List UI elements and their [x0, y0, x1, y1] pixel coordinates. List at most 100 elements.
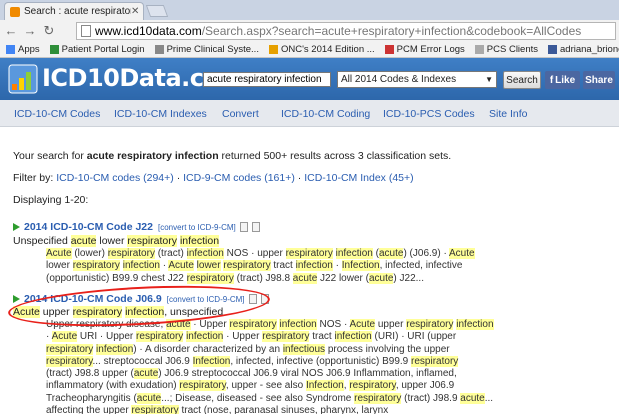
snippet-text: NOS · upper — [223, 248, 286, 259]
reload-icon[interactable]: ↻ — [41, 23, 57, 39]
expand-triangle-icon[interactable] — [13, 295, 20, 303]
snippet-text: (opportunistic) B99.9 chest J22 — [46, 272, 187, 284]
highlighted-term: respiratory — [262, 331, 310, 343]
snippet-text: tract — [309, 331, 335, 343]
convert-link[interactable]: [convert to ICD-9-CM] — [158, 223, 236, 232]
highlighted-term: infection — [186, 248, 224, 259]
bookmark-icon — [49, 45, 59, 54]
result-snippet: Acute (lower) respiratory (tract) infect… — [46, 248, 475, 285]
highlighted-term: acute — [70, 235, 97, 247]
tab-close-icon[interactable]: ✕ — [131, 6, 143, 17]
snippet-line: Acute (lower) respiratory (tract) infect… — [46, 248, 475, 260]
summary-suffix: returned 500+ results across 3 classific… — [218, 150, 452, 162]
filter-option-link[interactable]: ICD-10-CM codes (294+) — [56, 172, 174, 184]
snippet-text: ... streptococcal J06.9 — [92, 355, 193, 367]
bookmark-label: Patient Portal Login — [61, 44, 145, 55]
snippet-text: (URI) · URI (upper — [371, 331, 457, 343]
bookmark-item[interactable]: ONC's 2014 Edition ... — [268, 44, 375, 55]
highlighted-term: respiratory — [186, 272, 234, 284]
snippet-text: , upper J06.9 — [395, 380, 455, 392]
snippet-text: ) J06.9 streptococcal J06.9 viral NOS J0… — [158, 368, 457, 380]
nav-link[interactable]: ICD-10-PCS Codes — [383, 108, 475, 120]
filter-option-link[interactable]: ICD-9-CM codes (161+) — [183, 172, 295, 184]
highlighted-term: infection — [334, 331, 372, 343]
highlighted-term: lower — [196, 260, 221, 272]
snippet-text: inflammatory (with exudation) — [46, 380, 180, 392]
notes-icon[interactable] — [251, 222, 260, 232]
bookmark-item[interactable]: Apps — [6, 44, 40, 55]
site-nav: ICD-10-CM Codes ICD-10-CM Indexes Convert I… — [0, 100, 619, 127]
snippet-text: ...; Disease, diseased - see also Syndro… — [161, 392, 355, 404]
bookmark-item[interactable]: PCS Clients — [474, 44, 538, 55]
bookmark-label: PCS Clients — [486, 44, 538, 55]
nav-link[interactable]: Site Info — [489, 108, 528, 120]
snippet-text: (tract) J98.8 — [233, 272, 293, 284]
chevron-down-icon: ▼ — [485, 75, 493, 84]
new-tab-button[interactable] — [145, 5, 169, 17]
document-icon[interactable] — [239, 222, 248, 232]
snippet-text: tract (nose, paranasal sinuses, pharynx,… — [178, 405, 389, 414]
bookmark-item[interactable]: adriana_briones | Scr... — [548, 44, 619, 55]
highlighted-term: infection — [179, 235, 220, 247]
nav-link[interactable]: Convert — [222, 108, 259, 120]
snippet-text: ) · A disorder characterized by an — [133, 343, 283, 355]
browser-tab[interactable]: Search : acute respiratory ✕ — [4, 2, 144, 20]
bookmark-label: Apps — [18, 44, 40, 55]
facebook-like-button[interactable]: f Like — [545, 71, 580, 89]
snippet-text: lower — [46, 260, 73, 272]
snippet-text: , infected, infective — [379, 260, 463, 272]
share-button[interactable]: Share — [583, 71, 615, 89]
scope-select[interactable]: All 2014 Codes & Indexes ▼ — [337, 71, 497, 88]
back-arrow-icon[interactable]: ← — [3, 23, 19, 39]
highlighted-term: Acute — [51, 331, 78, 343]
address-toolbar: ← → ↻ www.icd10data.com/Search.aspx?sear… — [0, 20, 619, 42]
url-bar[interactable]: www.icd10data.com/Search.aspx?search=acu… — [76, 22, 616, 40]
highlighted-term: respiratory — [223, 260, 271, 272]
snippet-line: · Acute URI · Upper respiratory infectio… — [46, 331, 494, 343]
filter-line: Filter by: ICD-10-CM codes (294+) · ICD-… — [13, 172, 414, 184]
bookmark-label: PCM Error Logs — [396, 44, 465, 55]
bookmark-item[interactable]: Prime Clinical Syste... — [154, 44, 259, 55]
scope-select-value: All 2014 Codes & Indexes — [341, 74, 457, 85]
highlighted-term: Acute — [449, 248, 475, 259]
nav-link[interactable]: ICD-10-CM Indexes — [114, 108, 207, 120]
result-code-link[interactable]: 2014 ICD-10-CM Code J22 — [24, 221, 153, 233]
bookmark-item[interactable]: PCM Error Logs — [384, 44, 465, 55]
search-input[interactable] — [203, 72, 331, 87]
snippet-line: lower respiratory infection · Acute lowe… — [46, 260, 475, 272]
highlighted-term: respiratory — [406, 319, 454, 330]
bookmark-item[interactable]: Patient Portal Login — [49, 44, 145, 55]
highlighted-term: respiratory — [179, 380, 226, 392]
snippet-text: ... — [484, 392, 494, 404]
search-button[interactable]: Search — [503, 71, 541, 89]
highlighted-term: acute — [368, 272, 394, 284]
snippet-text: NOS · — [316, 319, 350, 330]
highlighted-term: acute — [133, 368, 159, 380]
snippet-text: ) J22... — [393, 272, 424, 284]
snippet-text: (tract) J98.9 — [401, 392, 461, 404]
expand-triangle-icon[interactable] — [13, 223, 20, 231]
filter-option-link[interactable]: ICD-10-CM Index (45+) — [304, 172, 413, 184]
snippet-text: , upper - see also — [225, 380, 306, 392]
snippet-line: respiratory infection) · A disorder char… — [46, 343, 494, 356]
snippet-text: · Upper — [223, 331, 263, 343]
bookmark-icon — [268, 45, 278, 54]
filter-label: Filter by: — [13, 172, 57, 184]
forward-arrow-icon[interactable]: → — [22, 23, 38, 39]
highlighted-term: respiratory — [72, 260, 120, 272]
snippet-line: Tracheopharyngitis (acute...; Disease, d… — [46, 392, 494, 405]
nav-link[interactable]: ICD-10-CM Coding — [281, 108, 370, 120]
highlighted-term: Infection — [192, 355, 231, 367]
result-heading: 2014 ICD-10-CM Code J22 [convert to ICD-9… — [13, 221, 260, 233]
bookmark-icon — [474, 45, 484, 54]
highlighted-term: acute — [378, 248, 404, 259]
result-description: Unspecified acute lower respiratory infe… — [13, 235, 220, 247]
highlighted-term: infection — [456, 319, 494, 330]
nav-link[interactable]: ICD-10-CM Codes — [14, 108, 100, 120]
description-text: Unspecified — [13, 235, 71, 247]
highlighted-term: infectious — [282, 343, 326, 355]
highlighted-term: respiratory — [46, 355, 93, 367]
logo-icon — [8, 64, 38, 94]
bookmark-icon — [548, 45, 557, 54]
highlighted-term: infection — [335, 248, 373, 259]
